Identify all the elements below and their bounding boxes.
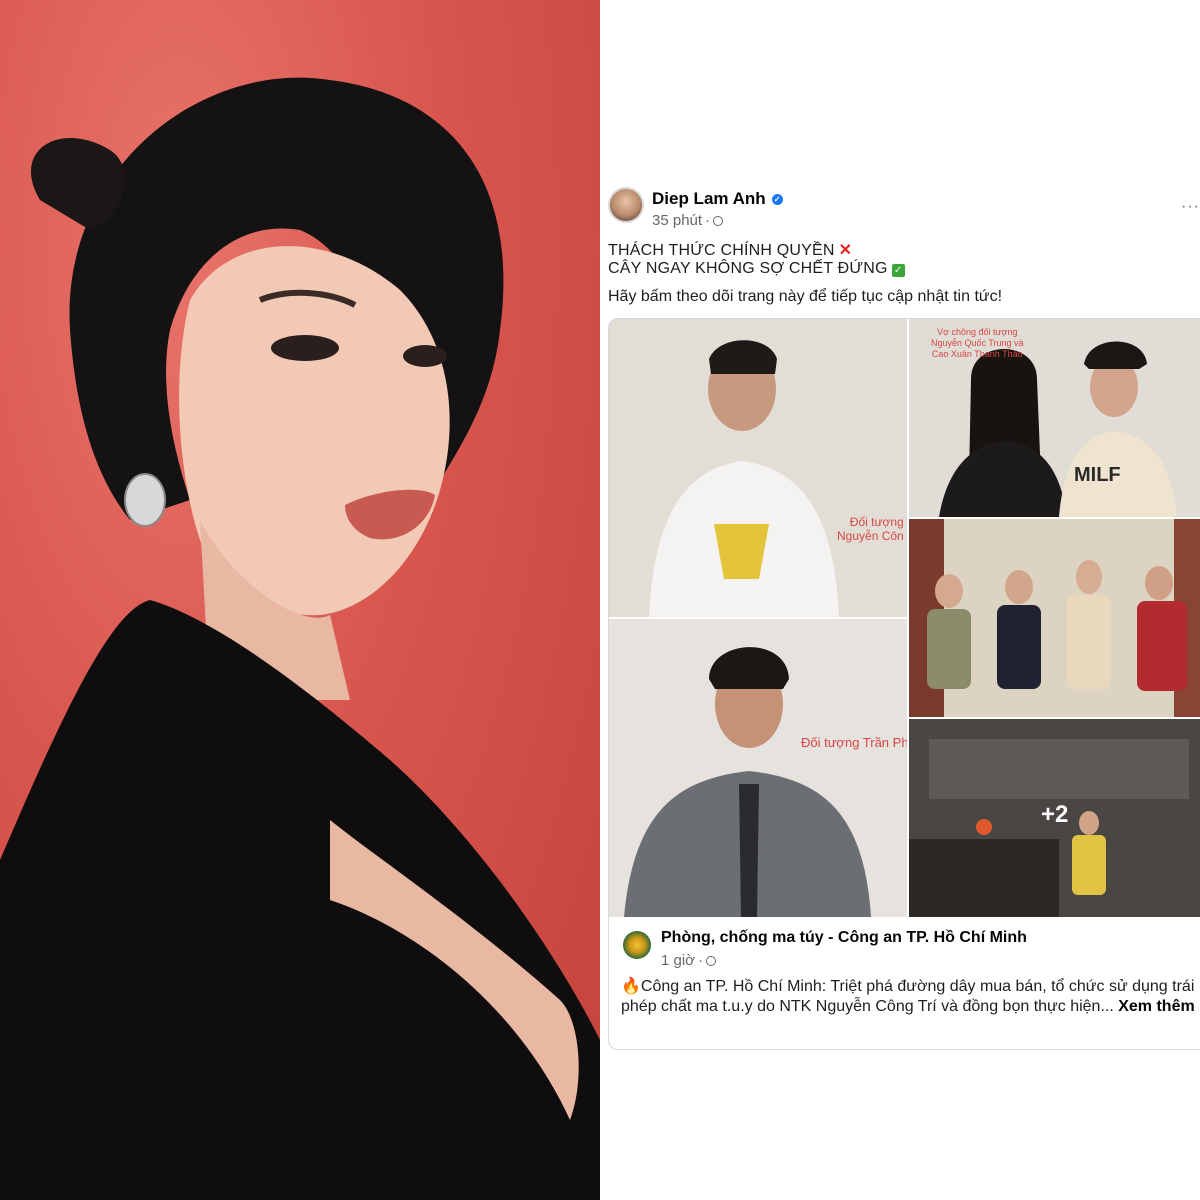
portrait-photo xyxy=(0,0,600,1200)
shared-post-text: 🔥Công an TP. Hồ Chí Minh: Triệt phá đườn… xyxy=(621,977,1196,1017)
author-name[interactable]: Diep Lam Anh ✓ xyxy=(652,189,783,209)
facebook-post: Diep Lam Anh ✓ 35 phút · ··· THÁCH THỨC … xyxy=(600,0,1200,1200)
photo-1[interactable]: Đối tượng Nguyễn Côn xyxy=(609,319,907,617)
police-logo-icon[interactable] xyxy=(623,931,651,959)
more-options-button[interactable]: ··· xyxy=(1181,198,1200,216)
post-line-3: Hãy bấm theo dõi trang này để tiếp tục c… xyxy=(608,288,1003,305)
post-line-1: THÁCH THỨC CHÍNH QUYỀN ✕ xyxy=(608,240,852,260)
photo-2[interactable]: Vợ chồng đối tượng Nguyễn Quốc Trung và … xyxy=(909,319,1200,517)
shared-separator: · xyxy=(698,952,704,969)
photo-1-caption: Đối tượng Nguyễn Côn xyxy=(837,515,904,543)
photo-2-caption: Vợ chồng đối tượng Nguyễn Quốc Trung và … xyxy=(931,327,1024,359)
globe-icon xyxy=(706,955,717,966)
shared-post-footer: Phòng, chống ma túy - Công an TP. Hồ Chí… xyxy=(609,917,1200,1049)
photo-4[interactable]: Đối tượng Trần Ph xyxy=(609,619,907,917)
shirt-text: MILF xyxy=(1074,464,1121,486)
photo-3-illustration xyxy=(909,519,1200,717)
author-avatar[interactable] xyxy=(608,187,644,223)
red-x-icon: ✕ xyxy=(838,242,853,259)
post-line-1-text: THÁCH THỨC CHÍNH QUYỀN xyxy=(608,242,835,259)
photo-4-illustration xyxy=(609,619,907,917)
photo-3[interactable] xyxy=(909,519,1200,717)
green-check-icon: ✓ xyxy=(891,264,905,277)
post-time[interactable]: 35 phút xyxy=(652,212,702,229)
post-line-2: CÂY NGAY KHÔNG SỢ CHẾT ĐỨNG ✓ xyxy=(608,260,905,278)
meta-separator: · xyxy=(705,212,711,229)
post-line-2-text: CÂY NGAY KHÔNG SỢ CHẾT ĐỨNG xyxy=(608,260,888,277)
shared-post-card[interactable]: Đối tượng Nguyễn Côn Vợ chồng đối tượng … xyxy=(608,318,1200,1050)
shared-time[interactable]: 1 giờ xyxy=(661,952,695,969)
globe-icon xyxy=(713,215,724,226)
verified-badge-icon: ✓ xyxy=(771,193,783,205)
post-meta: 35 phút · xyxy=(652,212,724,229)
shared-text-body: 🔥Công an TP. Hồ Chí Minh: Triệt phá đườn… xyxy=(621,978,1195,1015)
shared-meta: 1 giờ · xyxy=(661,952,717,969)
more-photos-count[interactable]: +2 xyxy=(1041,801,1068,829)
photo-4-caption: Đối tượng Trần Ph xyxy=(801,735,907,750)
photo-1-illustration xyxy=(609,319,907,617)
photo-5[interactable]: +2 xyxy=(909,719,1200,917)
author-name-text[interactable]: Diep Lam Anh xyxy=(652,189,766,209)
portrait-illustration xyxy=(0,77,600,1200)
see-more-link[interactable]: Xem thêm xyxy=(1118,998,1194,1015)
shared-page-name[interactable]: Phòng, chống ma túy - Công an TP. Hồ Chí… xyxy=(661,929,1027,947)
